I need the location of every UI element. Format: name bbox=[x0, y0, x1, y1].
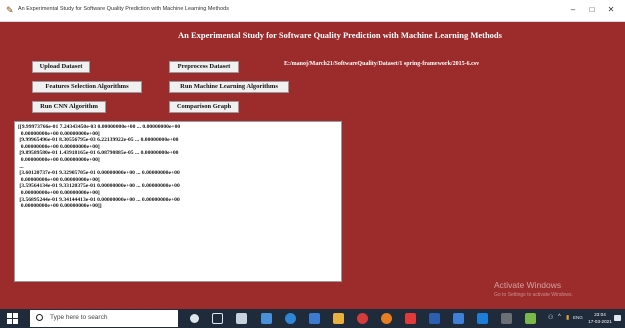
comparison-graph-button[interactable]: Comparison Graph bbox=[169, 101, 239, 113]
feather-app-icon: ✎ bbox=[6, 5, 14, 15]
store-icon[interactable] bbox=[236, 313, 247, 324]
notepad-icon[interactable] bbox=[501, 313, 512, 324]
people-icon[interactable]: ⚇ bbox=[548, 314, 553, 321]
output-line: [3.59564134e-01 9.33120375e-01 0.0000000… bbox=[18, 183, 180, 190]
input-language[interactable]: ENG bbox=[573, 315, 583, 320]
output-line: [3.56895244e-01 9.34144413e-01 0.0000000… bbox=[18, 196, 180, 203]
output-text-area[interactable]: [[9.99973766e-01 7.24343450e-03 0.000000… bbox=[14, 121, 342, 282]
output-line: [9.99965496e-01 8.30556795e-03 6.2213992… bbox=[18, 137, 179, 144]
output-line: 0.00000000e+00 0.00000000e+00] bbox=[18, 143, 100, 150]
app-heading: An Experimental Study for Software Quali… bbox=[178, 30, 502, 40]
window-titlebar[interactable]: ✎ An Experimental Study for Software Qua… bbox=[0, 0, 625, 22]
clock-date: 17-03-2021 bbox=[588, 319, 612, 324]
run-ml-algorithms-button[interactable]: Run Machine Learning Algorithms bbox=[169, 81, 289, 93]
taskbar-search-box[interactable]: Type here to search bbox=[30, 310, 178, 327]
output-line: 0.00000000e+00 0.00000000e+00] bbox=[18, 130, 100, 137]
word-icon[interactable] bbox=[429, 313, 440, 324]
task-view-icon[interactable] bbox=[212, 313, 223, 324]
chevron-up-icon[interactable]: ^ bbox=[558, 314, 561, 320]
search-placeholder: Type here to search bbox=[50, 314, 108, 321]
acrobat-icon[interactable] bbox=[405, 313, 416, 324]
dataset-path-label: E:/manoj/March21/SoftwareQuality/Dataset… bbox=[284, 61, 480, 67]
clock-time: 23:04 bbox=[594, 312, 606, 317]
output-line: 0.00000000e+00 0.00000000e+00]] bbox=[18, 203, 102, 210]
notification-icon[interactable] bbox=[614, 315, 621, 321]
calendar-icon[interactable] bbox=[309, 313, 320, 324]
chrome-browser-icon[interactable] bbox=[357, 313, 368, 324]
edge-browser-icon[interactable] bbox=[285, 313, 296, 324]
taskbar-clock[interactable]: 23:04 17-03-2021 bbox=[585, 311, 615, 325]
photos-icon[interactable] bbox=[477, 313, 488, 324]
activate-windows-title: Activate Windows bbox=[494, 280, 562, 290]
windows-start-icon[interactable] bbox=[7, 313, 18, 324]
close-button[interactable]: ✕ bbox=[604, 4, 618, 16]
microphone-icon[interactable] bbox=[190, 314, 199, 323]
maximize-button[interactable]: □ bbox=[585, 4, 599, 16]
output-line: 0.00000000e+00 0.00000000e+00] bbox=[18, 156, 100, 163]
taskbar: Type here to search ⚇ ^ ▮ ENG 23:04 17-0… bbox=[0, 309, 625, 328]
minimize-button[interactable]: – bbox=[566, 4, 580, 16]
file-explorer-icon[interactable] bbox=[333, 313, 344, 324]
activate-windows-subtitle: Go to Settings to activate Windows. bbox=[494, 292, 573, 298]
mail-icon[interactable] bbox=[261, 313, 272, 324]
upload-dataset-button[interactable]: Upload Dataset bbox=[32, 61, 90, 73]
output-line: ... bbox=[18, 163, 24, 170]
output-line: [9.89589580e-01 1.43918165e-01 6.0879088… bbox=[18, 150, 179, 157]
features-selection-button[interactable]: Features Selection Algorithms bbox=[32, 81, 142, 93]
preprocess-dataset-button[interactable]: Preprocess Dataset bbox=[169, 61, 239, 73]
feather-app-taskbar-icon[interactable] bbox=[525, 313, 536, 324]
python-icon[interactable] bbox=[453, 313, 464, 324]
search-icon bbox=[36, 314, 43, 321]
output-line: [[9.99973766e-01 7.24343450e-03 0.000000… bbox=[18, 124, 181, 130]
output-line: 0.00000000e+00 0.00000000e+00] bbox=[18, 189, 100, 196]
firefox-browser-icon[interactable] bbox=[381, 313, 392, 324]
window-title: An Experimental Study for Software Quali… bbox=[18, 6, 229, 12]
output-line: [3.60120737e-01 9.32905705e-01 0.0000000… bbox=[18, 170, 180, 177]
battery-icon[interactable]: ▮ bbox=[566, 314, 569, 321]
output-line: 0.00000000e+00 0.00000000e+00] bbox=[18, 176, 100, 183]
run-cnn-button[interactable]: Run CNN Algorithm bbox=[32, 101, 106, 113]
